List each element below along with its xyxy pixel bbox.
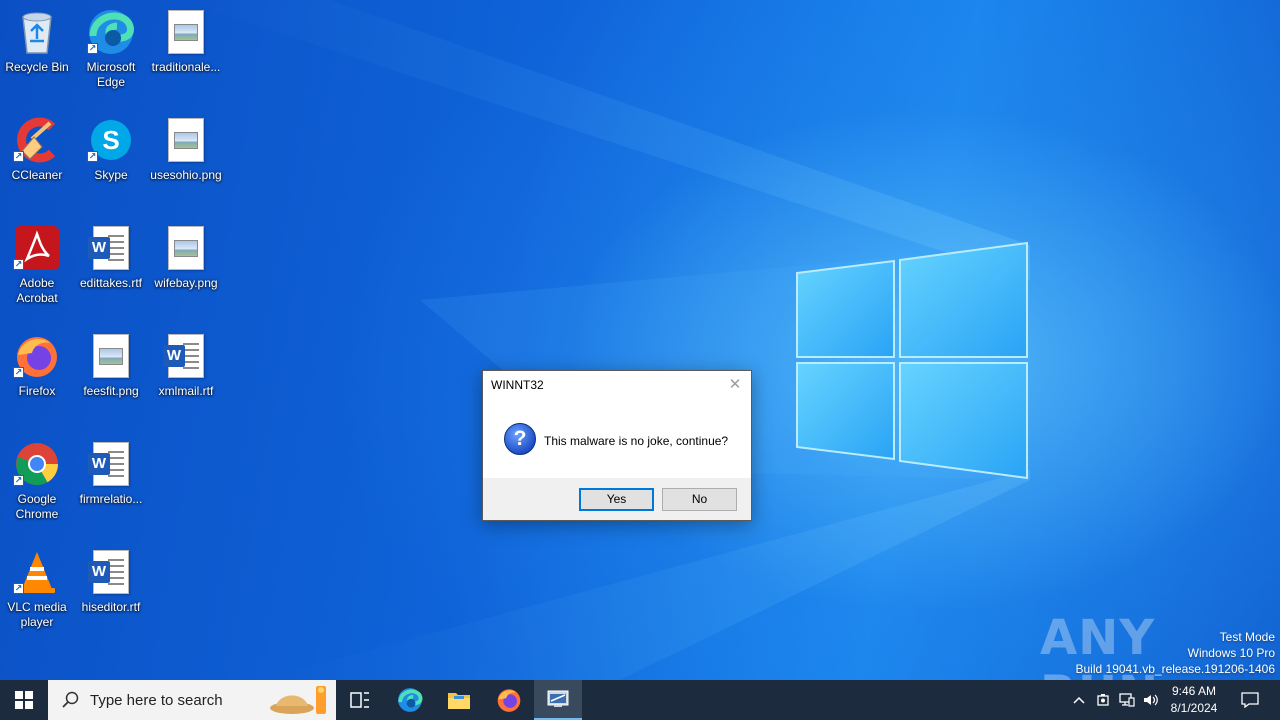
desktop-icon-label: Google Chrome: [15, 492, 59, 521]
shortcut-arrow-icon: ↗: [13, 475, 24, 486]
desktop-icon-label: feesfit.png: [83, 384, 139, 398]
desktop-icon-recycle-bin[interactable]: Recycle Bin: [0, 8, 74, 75]
taskbar-file-explorer-button[interactable]: [435, 680, 483, 720]
clock-time: 9:46 AM: [1171, 684, 1217, 698]
notification-icon: [1241, 692, 1259, 708]
yes-button[interactable]: Yes: [579, 488, 654, 511]
search-highlight-image-icon: [270, 686, 326, 714]
tray-app-icon: [1097, 694, 1109, 706]
desktop-icon-label: Adobe Acrobat: [16, 276, 58, 305]
desktop-icon-wifebay-png[interactable]: wifebay.png: [149, 224, 223, 291]
network-icon: [1119, 693, 1135, 707]
tray-app-button[interactable]: [1092, 680, 1114, 720]
desktop-icon-label: Microsoft Edge: [86, 60, 136, 89]
image-file-icon: [162, 8, 210, 56]
desktop-icon-label: usesohio.png: [150, 168, 222, 182]
skype-icon: S ↗: [87, 116, 135, 164]
desktop-icon-adobe-acrobat[interactable]: ↗ Adobe Acrobat: [0, 224, 74, 306]
desktop-icon-label: Firefox: [18, 384, 56, 398]
dialog-button-bar: Yes No: [483, 478, 751, 520]
desktop-icon-xmlmail-rtf[interactable]: W xmlmail.rtf: [149, 332, 223, 399]
desktop-icon-hiseditor-rtf[interactable]: W hiseditor.rtf: [74, 548, 148, 615]
taskbar-search-box[interactable]: Type here to search: [48, 680, 336, 720]
desktop-icon-vlc-media-player[interactable]: ↗ VLC media player: [0, 548, 74, 630]
desktop-icon-label: edittakes.rtf: [79, 276, 143, 290]
desktop-icon-feesfit-png[interactable]: feesfit.png: [74, 332, 148, 399]
desktop-icon-label: Recycle Bin: [5, 60, 69, 74]
desktop-icon-label: xmlmail.rtf: [158, 384, 214, 398]
shortcut-arrow-icon: ↗: [13, 367, 24, 378]
file-explorer-icon: [448, 693, 470, 709]
show-hidden-icons-button[interactable]: [1068, 680, 1090, 720]
edge-icon: [398, 688, 423, 712]
image-file-icon: [162, 116, 210, 164]
desktop-icon-label: CCleaner: [11, 168, 63, 182]
search-icon: [62, 691, 79, 708]
shortcut-arrow-icon: ↗: [87, 151, 98, 162]
desktop: Recycle Bin ↗ CCleaner ↗ Adobe Acrobat ↗…: [0, 0, 1280, 680]
desktop-icon-google-chrome[interactable]: ↗ Google Chrome: [0, 440, 74, 522]
windows-logo-icon: [15, 691, 33, 709]
firefox-icon: ↗: [13, 332, 61, 380]
shortcut-arrow-icon: ↗: [13, 151, 24, 162]
desktop-icon-label: VLC media player: [7, 600, 67, 629]
word-file-icon: W: [162, 332, 210, 380]
question-icon: ?: [504, 423, 536, 455]
firefox-icon: [497, 689, 521, 712]
dialog-title: WINNT32: [491, 378, 544, 392]
svg-text:S: S: [102, 125, 119, 155]
desktop-icon-label: hiseditor.rtf: [81, 600, 141, 614]
image-file-icon: [162, 224, 210, 272]
image-file-icon: [87, 332, 135, 380]
word-file-icon: W: [87, 224, 135, 272]
acrobat-icon: ↗: [13, 224, 61, 272]
task-view-icon: [350, 692, 369, 708]
desktop-icon-firmrelatio[interactable]: W firmrelatio...: [74, 440, 148, 507]
dialog-message: This malware is no joke, continue?: [544, 434, 729, 448]
recycle-bin-icon: [13, 8, 61, 56]
word-file-icon: W: [87, 548, 135, 596]
desktop-icon-label: traditionale...: [151, 60, 221, 74]
build-text: Build 19041.vb_release.191206-1406: [1075, 662, 1276, 676]
task-view-button[interactable]: [336, 680, 384, 720]
desktop-icon-firefox[interactable]: ↗ Firefox: [0, 332, 74, 399]
chevron-up-icon: [1073, 696, 1085, 704]
desktop-icon-label: firmrelatio...: [79, 492, 143, 506]
edge-icon: ↗: [87, 8, 135, 56]
action-center-button[interactable]: [1232, 680, 1268, 720]
test-mode-text: Test Mode: [1219, 630, 1275, 644]
shortcut-arrow-icon: ↗: [87, 43, 98, 54]
no-button[interactable]: No: [662, 488, 737, 511]
clock-date: 8/1/2024: [1170, 701, 1218, 715]
close-icon[interactable]: ✕: [727, 375, 743, 393]
search-placeholder: Type here to search: [90, 691, 223, 709]
taskbar: Type here to search 9:46 AM 8/1/2024: [0, 680, 1280, 720]
clock-button[interactable]: 9:46 AM 8/1/2024: [1166, 680, 1222, 720]
taskbar-firefox-button[interactable]: [485, 680, 533, 720]
desktop-icon-edittakes-rtf[interactable]: W edittakes.rtf: [74, 224, 148, 291]
volume-button[interactable]: [1140, 680, 1162, 720]
speaker-icon: [1144, 694, 1158, 706]
taskbar-winnt32-button[interactable]: [534, 680, 582, 720]
desktop-icon-skype[interactable]: S ↗ Skype: [74, 116, 148, 183]
desktop-icon-label: wifebay.png: [154, 276, 218, 290]
vlc-icon: ↗: [13, 548, 61, 596]
start-button[interactable]: [0, 680, 48, 720]
taskbar-edge-button[interactable]: [386, 680, 434, 720]
desktop-icon-ccleaner[interactable]: ↗ CCleaner: [0, 116, 74, 183]
desktop-icon-label: Skype: [94, 168, 128, 182]
windows-edition-text: Windows 10 Pro: [1187, 646, 1275, 660]
word-file-icon: W: [87, 440, 135, 488]
winnt32-app-icon: [547, 690, 569, 707]
chrome-icon: ↗: [13, 440, 61, 488]
desktop-icon-microsoft-edge[interactable]: ↗ Microsoft Edge: [74, 8, 148, 90]
shortcut-arrow-icon: ↗: [13, 259, 24, 270]
network-button[interactable]: [1116, 680, 1138, 720]
desktop-icon-usesohio-png[interactable]: usesohio.png: [149, 116, 223, 183]
shortcut-arrow-icon: ↗: [13, 583, 24, 594]
ccleaner-icon: ↗: [13, 116, 61, 164]
message-dialog: WINNT32 ✕ ? This malware is no joke, con…: [482, 370, 752, 521]
desktop-icon-traditionale[interactable]: traditionale...: [149, 8, 223, 75]
